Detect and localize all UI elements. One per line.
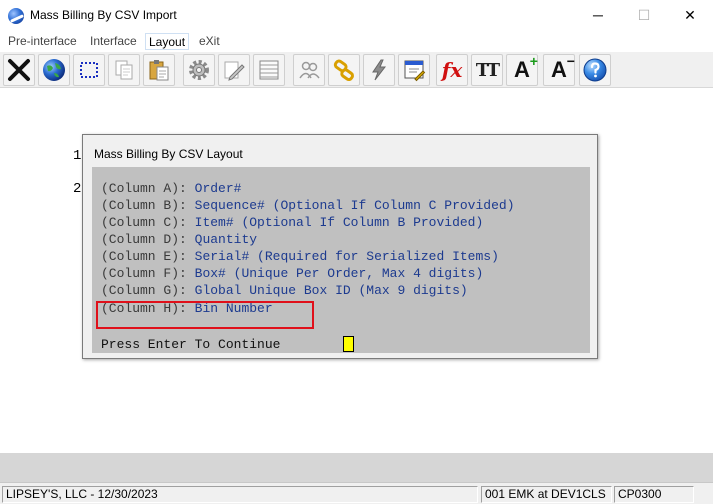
menu-interface[interactable]: Interface (87, 33, 140, 50)
gear-icon (189, 60, 209, 80)
close-x-button[interactable] (3, 54, 35, 86)
dialog-body: (Column A): Order# (Column B): Sequence#… (92, 167, 590, 353)
column-value: Order# (194, 181, 242, 196)
column-line-a: (Column A): Order# (101, 181, 241, 196)
column-value: Serial# (Required for Serialized Items) (194, 249, 499, 264)
layout-dialog: Mass Billing By CSV Layout (Column A): O… (82, 134, 598, 359)
font-decrease-button[interactable]: A − (543, 53, 575, 86)
plus-icon: + (529, 53, 538, 69)
help-info-icon (583, 58, 607, 82)
edit-pencil-icon (224, 61, 245, 81)
column-line-g: (Column G): Global Unique Box ID (Max 9 … (101, 283, 468, 298)
column-label: (Column G): (101, 283, 187, 298)
settings-button[interactable] (183, 54, 215, 86)
window-edit-button[interactable] (398, 54, 430, 86)
function-fx-icon: fx (441, 58, 463, 82)
column-label: (Column E): (101, 249, 187, 264)
font-increase-button[interactable]: A + (506, 53, 538, 86)
function-button[interactable]: fx (436, 54, 468, 86)
edit-button[interactable] (218, 54, 250, 86)
column-line-e: (Column E): Serial# (Required for Serial… (101, 249, 499, 264)
help-button[interactable] (579, 54, 611, 86)
menu-layout[interactable]: Layout (145, 33, 190, 50)
status-program: CP0300 (614, 486, 694, 503)
window-edit-icon (404, 60, 426, 82)
font-decrease-icon: A − (551, 53, 575, 83)
toolbar: fx TT A + A − (0, 52, 713, 88)
users-button[interactable] (293, 54, 325, 86)
minimize-button[interactable]: ─ (575, 0, 621, 31)
column-line-b: (Column B): Sequence# (Optional If Colum… (101, 198, 515, 213)
select-rect-icon (80, 62, 98, 78)
background-line-number: 1 (73, 148, 82, 164)
table-button[interactable] (253, 54, 285, 86)
users-icon (299, 61, 320, 79)
column-line-f: (Column F): Box# (Unique Per Order, Max … (101, 266, 483, 281)
column-label: (Column F): (101, 266, 187, 281)
menu-exit[interactable]: eXit (196, 33, 223, 50)
select-area-button[interactable] (73, 54, 105, 86)
status-company-date: LIPSEY'S, LLC - 12/30/2023 (2, 486, 478, 503)
highlight-box (96, 301, 314, 329)
column-value: Quantity (194, 232, 258, 247)
column-value: Box# (Unique Per Order, Max 4 digits) (194, 266, 484, 281)
chain-link-icon (333, 59, 354, 82)
status-session: 001 EMK at DEV1CLS (481, 486, 612, 503)
status-bar: LIPSEY'S, LLC - 12/30/2023 001 EMK at DE… (0, 482, 713, 504)
paste-button[interactable] (143, 54, 175, 86)
font-decrease-label: A (551, 57, 567, 82)
column-value: Sequence# (Optional If Column C Provided… (194, 198, 515, 213)
quick-action-button[interactable] (363, 54, 395, 86)
title-bar: Mass Billing By CSV Import ─ ☐ ✕ (0, 0, 713, 31)
lightning-icon (372, 59, 387, 81)
link-button[interactable] (328, 54, 360, 86)
continue-prompt: Press Enter To Continue (101, 337, 281, 352)
app-globe-icon (8, 8, 24, 24)
column-value: Global Unique Box ID (Max 9 digits) (194, 283, 468, 298)
column-label: (Column D): (101, 232, 187, 247)
column-value: Item# (Optional If Column B Provided) (194, 215, 484, 230)
close-window-button[interactable]: ✕ (667, 0, 713, 31)
column-line-d: (Column D): Quantity (101, 232, 257, 247)
column-label: (Column C): (101, 215, 187, 230)
grid-table-icon (259, 60, 279, 80)
globe-button[interactable] (38, 54, 70, 86)
font-increase-label: A (514, 57, 530, 82)
text-style-button[interactable]: TT (471, 54, 503, 86)
background-line-number: 2 (73, 181, 82, 197)
window-title: Mass Billing By CSV Import (30, 8, 177, 22)
input-cursor[interactable] (343, 336, 354, 352)
column-label: (Column B): (101, 198, 187, 213)
text-size-icon: TT (475, 59, 500, 81)
menu-bar: Pre-interface Interface Layout eXit (0, 31, 713, 51)
column-line-c: (Column C): Item# (Optional If Column B … (101, 215, 483, 230)
bottom-panel (0, 453, 713, 482)
minus-icon: − (566, 53, 575, 69)
clipboard-paste-icon (149, 60, 169, 81)
copy-pages-icon (115, 60, 133, 80)
menu-pre-interface[interactable]: Pre-interface (5, 33, 80, 50)
font-increase-icon: A + (514, 53, 538, 83)
column-label: (Column A): (101, 181, 187, 196)
close-x-icon (8, 59, 30, 81)
copy-button[interactable] (108, 54, 140, 86)
maximize-button[interactable]: ☐ (621, 0, 667, 31)
dialog-title: Mass Billing By CSV Layout (94, 147, 243, 161)
globe-icon (43, 59, 65, 81)
